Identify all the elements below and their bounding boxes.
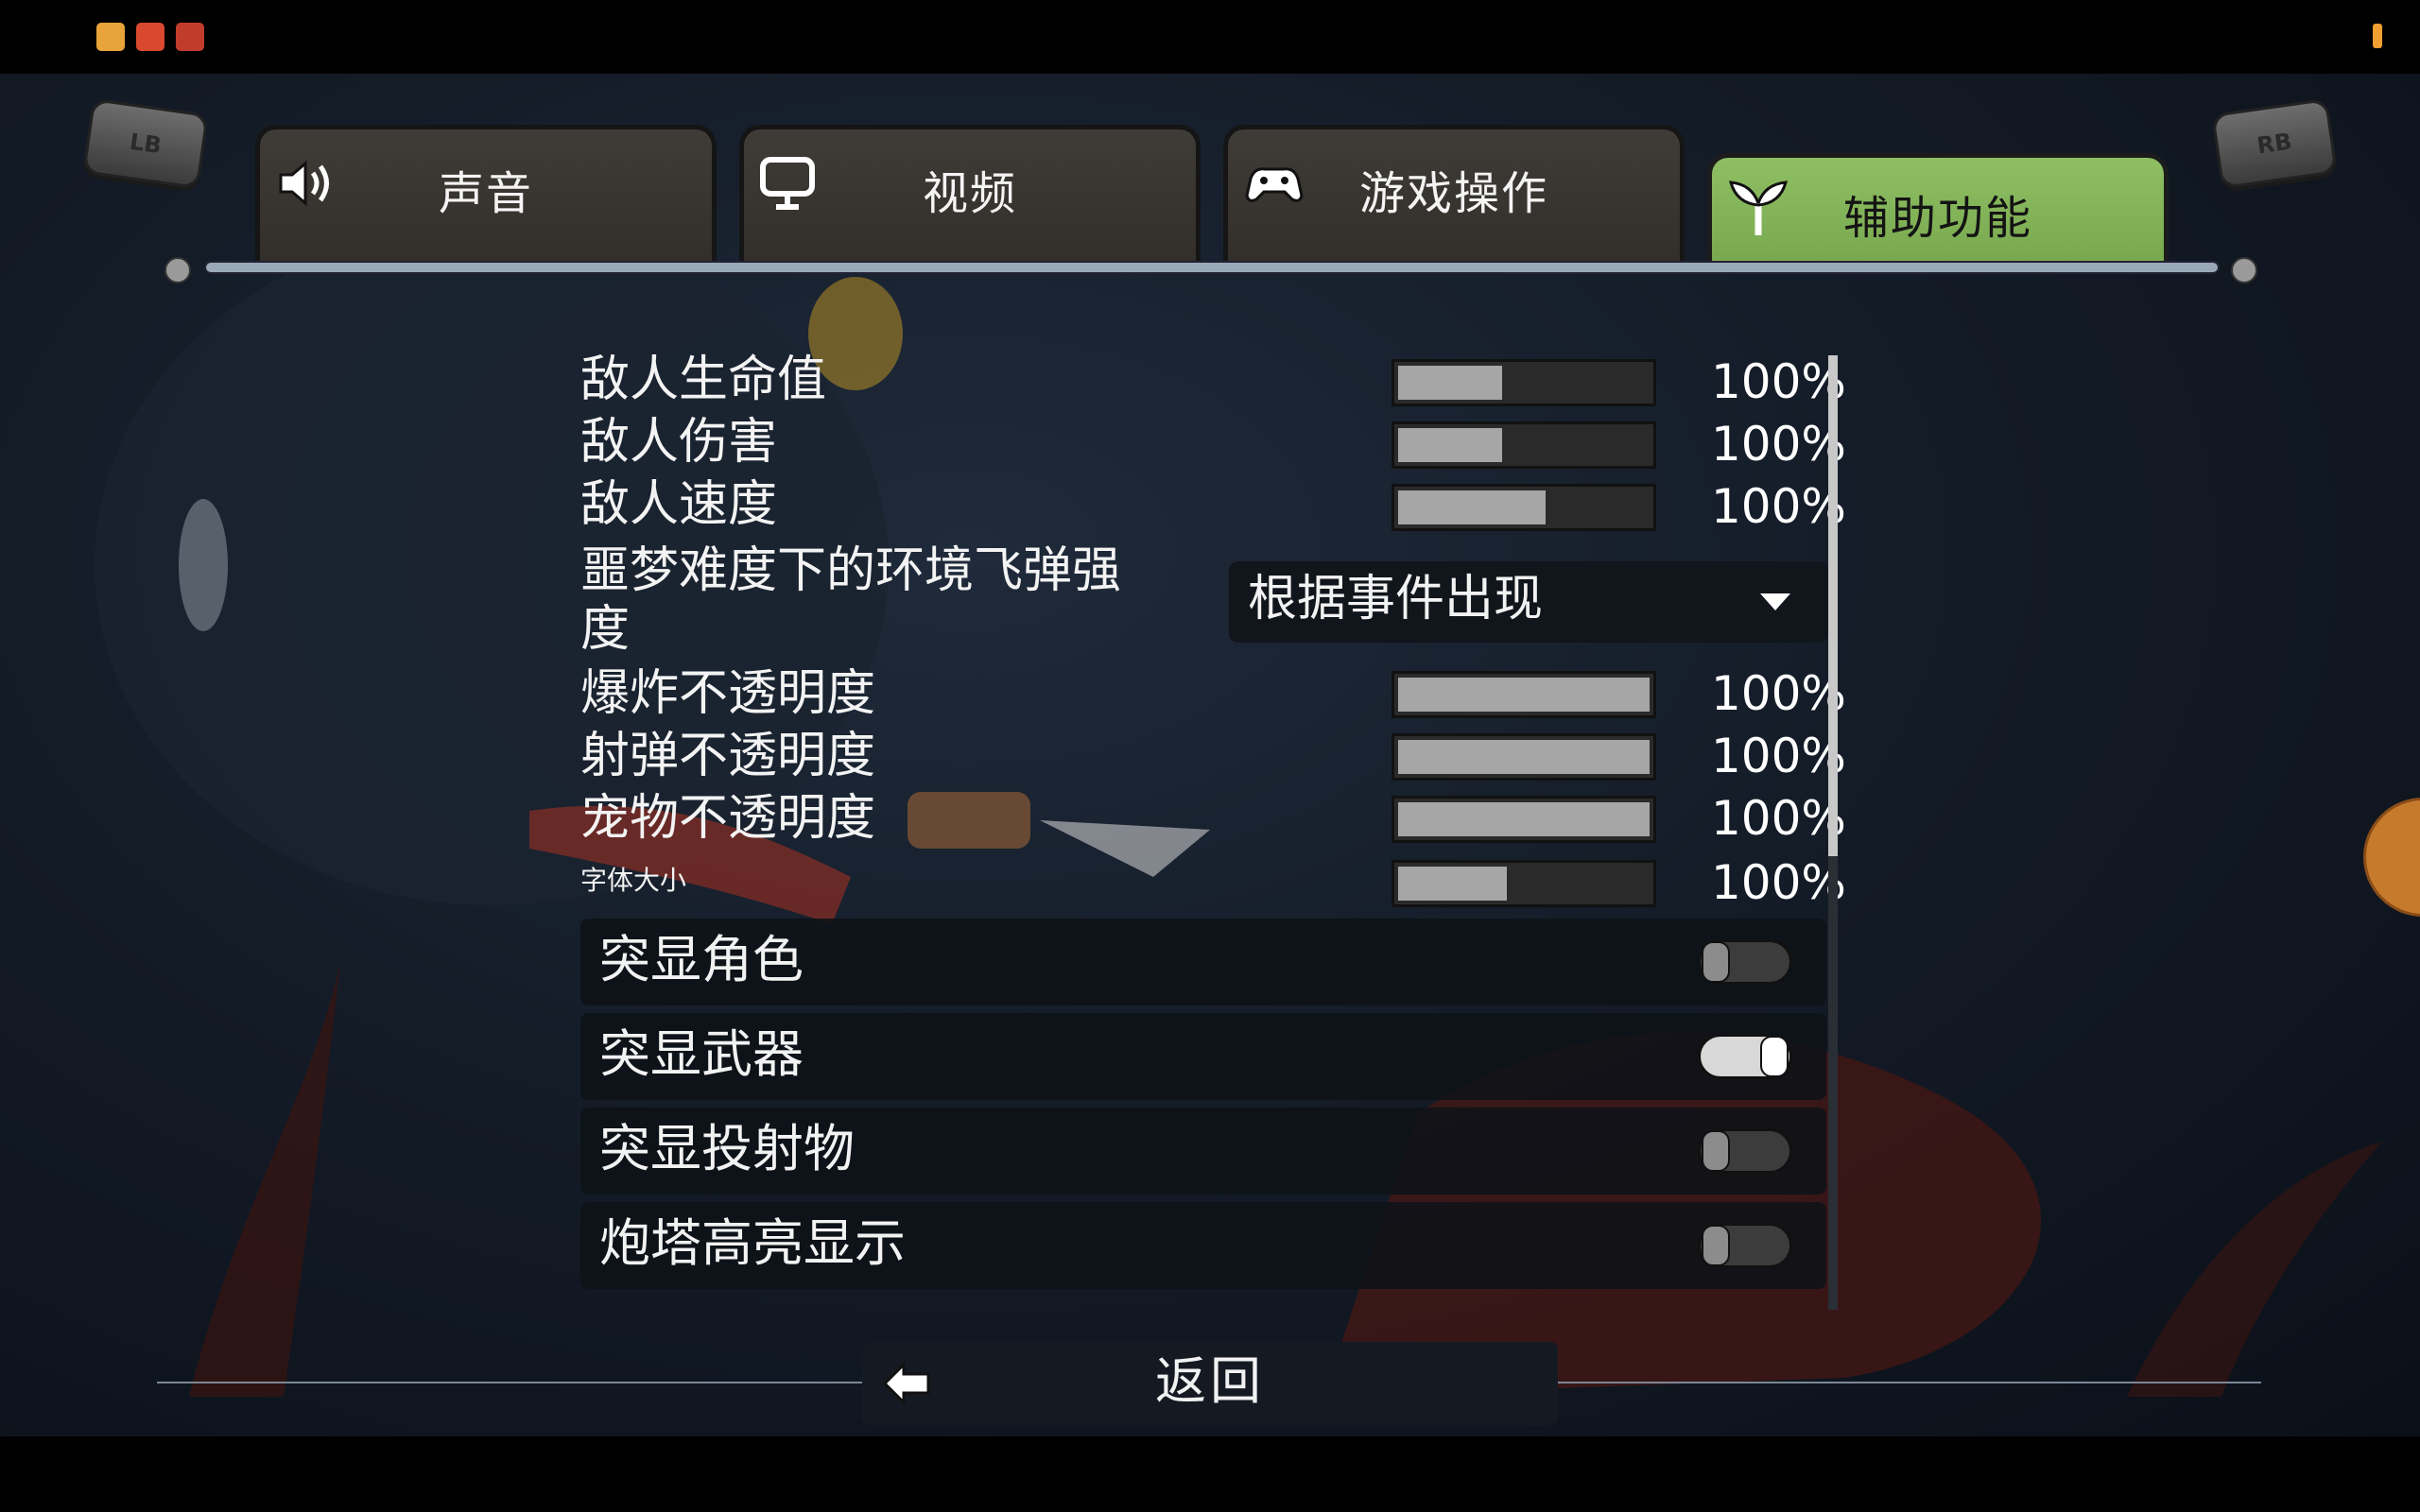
back-button[interactable]: 返回 (862, 1342, 1558, 1425)
slider-bar[interactable] (1392, 733, 1656, 781)
lb-button[interactable]: LB (82, 97, 209, 190)
slider-bar[interactable] (1392, 860, 1656, 907)
bolt-right-icon (2231, 257, 2257, 284)
scrollbar-thumb[interactable] (1828, 355, 1838, 856)
chevron-down-icon (1760, 593, 1790, 610)
dropdown-label-line2: 度 (580, 601, 631, 658)
slider-value: 100% (1711, 417, 1846, 472)
toggle-label: 炮塔高亮显示 (599, 1213, 906, 1273)
toggle-switch[interactable] (1698, 1223, 1792, 1268)
bolt-left-icon (164, 257, 191, 284)
slider-value: 100% (1711, 666, 1846, 721)
slider-label: 敌人速度 (580, 476, 778, 533)
toggle-switch[interactable] (1698, 939, 1792, 985)
slider-label: 射弹不透明度 (580, 728, 876, 784)
tab-controls[interactable]: 游戏操作 (1223, 125, 1685, 262)
tab-accessibility-label: 辅助功能 (1842, 192, 2032, 245)
slider-fill (1398, 867, 1508, 901)
slider-label: 敌人生命值 (580, 352, 827, 408)
toggle-row-highlight-projectiles[interactable]: 突显投射物 (580, 1108, 1826, 1194)
slider-fill (1398, 678, 1650, 712)
toggle-label: 突显角色 (599, 930, 804, 989)
tab-video-label: 视频 (922, 167, 1017, 220)
slider-label: 宠物不透明度 (580, 790, 876, 847)
toggle-row-highlight-weapon[interactable]: 突显武器 (580, 1013, 1826, 1100)
toggle-switch[interactable] (1698, 1128, 1792, 1174)
slider-bar[interactable] (1392, 359, 1656, 406)
tab-video[interactable]: 视频 (739, 125, 1201, 262)
slider-label: 爆炸不透明度 (580, 665, 876, 722)
tab-sound-label: 声音 (438, 167, 533, 220)
slider-bar[interactable] (1392, 421, 1656, 469)
app-icon-2[interactable] (136, 23, 164, 51)
settings-scrollbar[interactable] (1828, 355, 1838, 1310)
taskbar-icons (96, 23, 204, 51)
slider-bar[interactable] (1392, 484, 1656, 531)
slider-value: 100% (1711, 479, 1846, 534)
slider-fill (1398, 740, 1650, 774)
back-label: 返回 (1155, 1351, 1265, 1411)
slider-value: 100% (1711, 791, 1846, 846)
toggle-switch[interactable] (1698, 1034, 1792, 1079)
dropdown-value: 根据事件出现 (1248, 571, 1544, 627)
toggle-label: 突显投射物 (599, 1119, 855, 1178)
app-icon-3[interactable] (176, 23, 204, 51)
slider-fill (1398, 366, 1502, 400)
slider-fill (1398, 490, 1547, 524)
lb-label: LB (128, 128, 164, 160)
slider-value: 100% (1711, 729, 1846, 783)
slider-value: 100% (1711, 354, 1846, 409)
tab-underline (206, 263, 2218, 272)
rb-label: RB (2255, 128, 2294, 160)
tab-accessibility[interactable]: 辅助功能 (1707, 153, 2169, 262)
app-icon-1[interactable] (96, 23, 125, 51)
tab-controls-label: 游戏操作 (1358, 167, 1548, 220)
toggle-row-highlight-character[interactable]: 突显角色 (580, 919, 1826, 1005)
rb-button[interactable]: RB (2211, 97, 2338, 190)
toggle-label: 突显武器 (599, 1024, 804, 1084)
slider-value: 100% (1711, 855, 1846, 910)
slider-label: 字体大小 (580, 865, 687, 896)
tab-sound[interactable]: 声音 (255, 125, 717, 262)
slider-bar[interactable] (1392, 671, 1656, 718)
dropdown-label-line1: 噩梦难度下的环境飞弹强 (580, 542, 1122, 599)
slider-bar[interactable] (1392, 796, 1656, 843)
toggle-row-turret-highlight[interactable]: 炮塔高亮显示 (580, 1202, 1826, 1289)
slider-fill (1398, 802, 1650, 836)
slider-label: 敌人伤害 (580, 414, 778, 471)
status-indicator (2373, 24, 2382, 48)
dropdown-select[interactable]: 根据事件出现 (1229, 561, 1828, 643)
slider-fill (1398, 428, 1502, 462)
